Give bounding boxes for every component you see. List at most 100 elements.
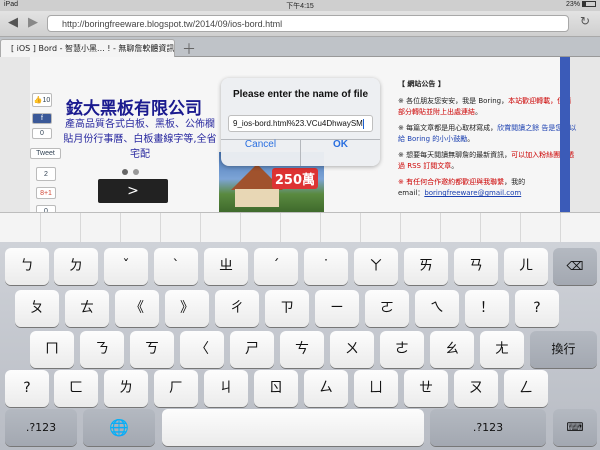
ok-button[interactable]: OK <box>301 139 380 166</box>
back-arrow-icon[interactable]: ◀ <box>8 16 18 30</box>
keyboard-hide-icon: ⌨ <box>566 420 584 434</box>
like-count-button[interactable]: 👍10 <box>32 93 52 107</box>
price-badge: 250萬 <box>271 168 318 189</box>
key[interactable]: ㄏ <box>154 370 198 407</box>
facebook-f-label: f <box>41 115 43 122</box>
email-label: email： <box>398 189 425 197</box>
globe-icon: 🌐 <box>109 418 129 437</box>
keyboard-candidate-bar <box>0 212 600 243</box>
email-link[interactable]: boringfreeware@gmail.com <box>424 189 521 197</box>
notice-paragraph-2: ※ 每篇文章都是用心取材寫成，欣賞閱讀之餘 告是您可以給 Boring 的小小鼓… <box>398 123 578 145</box>
ad-title[interactable]: 鉉大黑板有限公司 <box>66 94 202 119</box>
key[interactable]: ㄖ <box>254 370 298 407</box>
key[interactable]: ㄝ <box>404 370 448 407</box>
file-name-dialog: Please enter the name of file 9_ios-bord… <box>221 78 380 166</box>
notice-p3-end: 。 <box>451 162 459 170</box>
key[interactable]: ㄤ <box>480 331 524 368</box>
facebook-icon[interactable]: f <box>32 113 52 124</box>
carousel-dot-active[interactable] <box>122 169 128 175</box>
key[interactable]: ㄔ <box>215 290 259 327</box>
key[interactable]: 《 <box>115 290 159 327</box>
key[interactable]: ㄕ <box>230 331 274 368</box>
key[interactable]: ㄨ <box>330 331 374 368</box>
candidate-divider <box>280 213 281 243</box>
tweet-label: Tweet <box>36 150 55 157</box>
language-switch-key[interactable]: 🌐 <box>83 409 155 446</box>
key[interactable]: ㄋ <box>80 331 124 368</box>
key[interactable]: ㄅ <box>5 248 49 285</box>
key[interactable]: ㄌ <box>104 370 148 407</box>
ad-text[interactable]: 產高品質各式白板、黑板、公佈欄 貼月份行事曆、白板畫線字等,全省宅配 <box>60 117 220 162</box>
forward-arrow-icon[interactable]: ▶ <box>28 16 38 30</box>
enter-key[interactable]: 換行 <box>530 331 597 368</box>
like-count: 10 <box>42 97 51 104</box>
key[interactable]: ˇ <box>104 248 148 285</box>
key[interactable]: ㄉ <box>54 248 98 285</box>
key[interactable]: ㄞ <box>404 248 448 285</box>
key[interactable]: ㄐ <box>204 370 248 407</box>
key[interactable]: ? <box>5 370 49 407</box>
key[interactable]: ㄈ <box>54 370 98 407</box>
key[interactable]: ? <box>515 290 559 327</box>
key[interactable]: ㄠ <box>430 331 474 368</box>
notice-p4-end: ，我的 <box>504 178 526 186</box>
key[interactable]: ㄦ <box>504 248 548 285</box>
page-side-bar <box>560 57 570 212</box>
backspace-key[interactable]: ⌫ <box>553 248 597 285</box>
house-body-image <box>235 189 279 207</box>
key[interactable]: 》 <box>165 290 209 327</box>
status-time: 下午4:15 <box>286 3 314 10</box>
cancel-button[interactable]: Cancel <box>221 139 300 166</box>
gplus-count: 0 <box>36 205 56 212</box>
key[interactable]: ˋ <box>154 248 198 285</box>
battery-icon <box>582 1 596 8</box>
numbers-mode-key[interactable]: .?123 <box>5 409 77 446</box>
candidate-divider <box>320 213 321 243</box>
key[interactable]: ㄥ <box>504 370 548 407</box>
key[interactable]: ㄇ <box>30 331 74 368</box>
tab-bar: [ iOS ] Bord - 智慧小黑... ! - 無聊詹軟體資訊站 ＋ <box>0 37 600 59</box>
key[interactable]: ㄛ <box>365 290 409 327</box>
key[interactable]: ㄙ <box>304 370 348 407</box>
key[interactable]: ㄜ <box>380 331 424 368</box>
key[interactable]: ㄧ <box>315 290 359 327</box>
gplus-button[interactable]: 8+1 <box>36 187 56 199</box>
key[interactable]: ㄩ <box>354 370 398 407</box>
file-name-input[interactable]: 9_ios-bord.html%23.VCu4DhwaySM <box>228 115 373 132</box>
status-bar: iPad 下午4:15 23% <box>0 0 600 11</box>
carousel-dot[interactable] <box>133 169 139 175</box>
key[interactable]: ㄘ <box>280 331 324 368</box>
hide-keyboard-key[interactable]: ⌨ <box>553 409 597 446</box>
candidate-divider <box>200 213 201 243</box>
facebook-count: 0 <box>32 128 52 139</box>
key[interactable]: ㄎ <box>130 331 174 368</box>
key[interactable]: ！ <box>465 290 509 327</box>
key[interactable]: ㄢ <box>454 248 498 285</box>
candidate-divider <box>80 213 81 243</box>
tweet-button[interactable]: Tweet <box>30 148 61 159</box>
battery-indicator: 23% <box>566 1 596 8</box>
url-field[interactable]: http://boringfreeware.blogspot.tw/2014/0… <box>47 15 569 32</box>
key[interactable]: ˊ <box>254 248 298 285</box>
candidate-divider <box>120 213 121 243</box>
notice-p3-lead: ※ 想要每天閱讀無聊詹的最新資訊， <box>398 151 512 159</box>
key[interactable]: ㄓ <box>204 248 248 285</box>
key[interactable]: 〈 <box>180 331 224 368</box>
key[interactable]: ㄊ <box>65 290 109 327</box>
space-bar[interactable] <box>162 409 424 446</box>
carousel-next-button[interactable]: > <box>98 179 168 203</box>
key[interactable]: ㄟ <box>415 290 459 327</box>
key[interactable]: ㄗ <box>265 290 309 327</box>
reload-icon[interactable]: ↻ <box>580 14 590 28</box>
tab-current[interactable]: [ iOS ] Bord - 智慧小黑... ! - 無聊詹軟體資訊站 <box>0 39 175 57</box>
key[interactable]: ㄚ <box>354 248 398 285</box>
notice-p1-end: 。 <box>475 108 482 116</box>
browser-nav-bar: ◀ ▶ http://boringfreeware.blogspot.tw/20… <box>0 11 600 37</box>
notice-p1-lead: ※ 各位朋友您安安，我是 Boring， <box>398 97 509 105</box>
key[interactable]: ㄆ <box>15 290 59 327</box>
key[interactable]: ˙ <box>304 248 348 285</box>
key[interactable]: ㄡ <box>454 370 498 407</box>
plus-icon[interactable]: ＋ <box>182 39 196 59</box>
numbers-mode-key-right[interactable]: .?123 <box>430 409 546 446</box>
notice-paragraph-4: ※ 有任何合作邀約都歡迎與我聯繫，我的 email：boringfreeware@… <box>398 177 578 199</box>
